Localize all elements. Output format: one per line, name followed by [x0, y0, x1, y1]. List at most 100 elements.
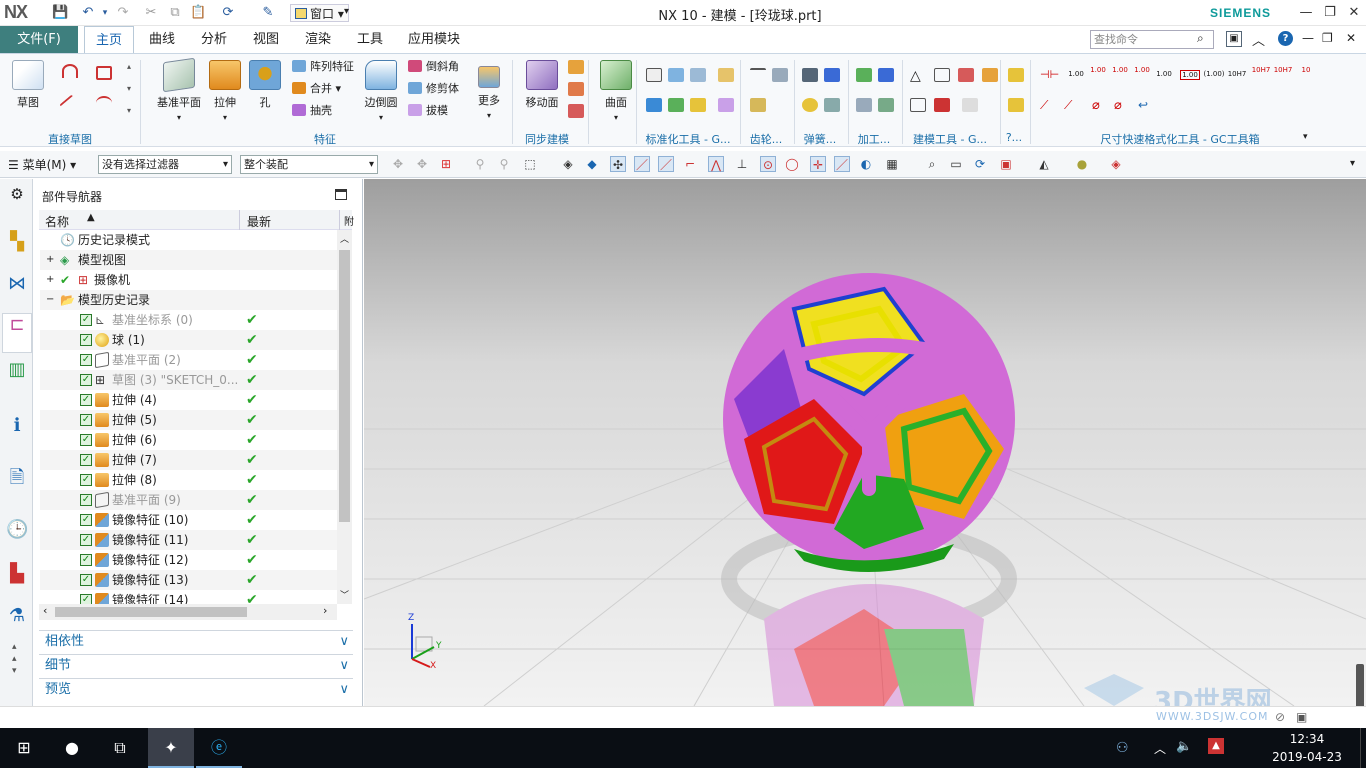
std-tool-3-icon[interactable] — [690, 68, 706, 82]
std-tool-5-icon[interactable] — [646, 98, 662, 112]
feature-checkbox[interactable]: ✓ — [80, 554, 92, 566]
feature-row[interactable]: ✓ 拉伸 (8) ✔ — [40, 470, 340, 490]
spring-tool-3-icon[interactable] — [802, 98, 818, 112]
view-zoom-icon[interactable]: ▭ — [948, 156, 964, 172]
tab-view[interactable]: 视图 — [244, 26, 288, 53]
show-desktop-button[interactable] — [1360, 728, 1366, 768]
navigator-maximize-icon[interactable] — [335, 189, 347, 200]
chevron-down-icon[interactable]: ∨ — [339, 631, 349, 653]
details-panel[interactable]: 细节 ∨ — [39, 654, 353, 676]
surface-button[interactable]: 曲面 ▾ — [598, 60, 634, 123]
column-extra-header[interactable]: 附 — [344, 213, 354, 228]
std-tool-8-icon[interactable] — [718, 98, 734, 112]
feature-row[interactable]: ✓ ⊞ 草图 (3) "SKETCH_0... ✔ — [40, 370, 340, 390]
hole-button[interactable]: 孔 — [248, 60, 282, 110]
cortana-icon[interactable]: ● — [48, 728, 96, 768]
more-features-button[interactable]: 更多 ▾ — [474, 60, 504, 121]
preview-panel[interactable]: 预览 ∨ — [39, 678, 353, 700]
select-rect-icon[interactable]: ⬚ — [522, 156, 538, 172]
machining-tool-1-icon[interactable] — [856, 68, 872, 82]
tab-analysis[interactable]: 分析 — [192, 26, 236, 53]
modeling-tool-6-icon[interactable] — [934, 98, 950, 112]
collapse-ribbon-icon[interactable]: ︿ — [1252, 30, 1265, 49]
feature-checkbox[interactable]: ✓ — [80, 594, 92, 604]
paste-icon[interactable]: 📋 — [190, 5, 206, 21]
edge-blend-button[interactable]: 边倒圆 ▾ — [362, 60, 400, 123]
nx-taskbar-app-icon[interactable]: ✦ — [148, 728, 194, 768]
cut-icon[interactable]: ✂ — [143, 5, 159, 21]
std-tool-6-icon[interactable] — [668, 98, 684, 112]
feature-row[interactable]: ✓ 镜像特征 (14) ✔ — [40, 590, 340, 604]
background-icon[interactable]: ● — [1074, 156, 1090, 172]
view-orient-icon[interactable]: ▣ — [998, 156, 1014, 172]
system-clock[interactable]: 12:34 2019-04-23 — [1262, 730, 1352, 766]
system-materials-icon[interactable]: ▙ — [6, 563, 28, 585]
datum-plane-button[interactable]: 基准平面 ▾ — [152, 57, 206, 123]
restore-button[interactable]: ❐ — [1320, 3, 1340, 23]
machining-tool-4-icon[interactable] — [878, 98, 894, 112]
std-tool-1-icon[interactable] — [646, 68, 662, 82]
chamfer-button[interactable]: 倒斜角 — [408, 59, 459, 75]
feature-row[interactable]: ✓ 镜像特征 (11) ✔ — [40, 530, 340, 550]
machining-tool-3-icon[interactable] — [856, 98, 872, 112]
std-tool-4-icon[interactable] — [718, 68, 734, 82]
feature-row[interactable]: ✓ 球 (1) ✔ — [40, 330, 340, 350]
tree-node-model-history[interactable]: − 📂 模型历史记录 — [40, 290, 340, 310]
expand-icon[interactable]: + — [46, 270, 54, 290]
tree-node-history-mode[interactable]: 🕓 历史记录模式 — [40, 230, 340, 250]
scroll-right-icon[interactable]: › — [323, 604, 327, 617]
tab-applications[interactable]: 应用模块 — [400, 26, 468, 53]
trim-body-button[interactable]: 修剪体 — [408, 81, 459, 97]
selection-status-icon[interactable]: ⊘ — [1275, 710, 1285, 724]
chevron-down-icon[interactable]: ∨ — [339, 679, 349, 701]
select-filter-1-icon[interactable]: ✥ — [390, 156, 406, 172]
hd3d-tools-icon[interactable]: ℹ — [6, 415, 28, 437]
sync-delete-face-icon[interactable] — [568, 104, 584, 118]
dim-format-4[interactable]: 1.00 — [1132, 66, 1152, 74]
edit-section-icon[interactable]: ◈ — [1108, 156, 1124, 172]
snap-face-icon[interactable]: ◐ — [858, 156, 874, 172]
gear-tool-3-icon[interactable] — [750, 98, 766, 112]
dim-format-1[interactable]: 1.00 — [1066, 70, 1086, 78]
doc-minimize-icon[interactable]: — — [1302, 31, 1314, 45]
scroll-left-icon[interactable]: ‹ — [43, 604, 47, 617]
view-fit-icon[interactable]: ⌕ — [924, 156, 940, 172]
feature-checkbox[interactable]: ✓ — [80, 574, 92, 586]
sync-pull-face-icon[interactable] — [568, 60, 584, 74]
tree-node-model-views[interactable]: + ◈ 模型视图 — [40, 250, 340, 270]
repeat-command-icon[interactable]: ⟳ — [220, 5, 236, 21]
volume-icon[interactable]: 🔈 — [1176, 739, 1192, 754]
select-filter-2-icon[interactable]: ✥ — [414, 156, 430, 172]
machining-tool-2-icon[interactable] — [878, 68, 894, 82]
redo-icon[interactable]: ↷ — [115, 5, 131, 21]
snap-center-icon[interactable]: ⊙ — [760, 156, 776, 172]
feature-checkbox[interactable]: ✓ — [80, 534, 92, 546]
feature-checkbox[interactable]: ✓ — [80, 494, 92, 506]
misc-tool-2-icon[interactable] — [1008, 98, 1024, 112]
spring-tool-2-icon[interactable] — [824, 68, 840, 82]
modeling-tool-7-icon[interactable] — [962, 98, 978, 112]
dim-format-6[interactable]: 1.00 — [1180, 70, 1200, 80]
tab-render[interactable]: 渲染 — [296, 26, 340, 53]
snap-control-icon[interactable]: ⌐ — [682, 156, 698, 172]
tree-node-cameras[interactable]: + ✔ ⊞ 摄像机 — [40, 270, 340, 290]
windows-start-icon[interactable]: ⊞ — [0, 728, 48, 768]
feature-row[interactable]: ✓ 基准平面 (2) ✔ — [40, 350, 340, 370]
feature-row[interactable]: ✓ 拉伸 (7) ✔ — [40, 450, 340, 470]
sketch-gallery-more-icon[interactable]: ▾ — [127, 106, 131, 115]
fullscreen-status-icon[interactable]: ▣ — [1296, 710, 1307, 724]
sketch-button[interactable]: 草图 — [8, 60, 48, 110]
copy-icon[interactable]: ⧉ — [167, 5, 183, 21]
modeling-tool-2-icon[interactable] — [934, 68, 950, 82]
constraint-navigator-icon[interactable]: ⋈ — [6, 273, 28, 295]
scroll-thumb[interactable] — [339, 250, 350, 522]
dim-format-9[interactable]: 10H7 — [1250, 66, 1272, 74]
column-latest-header[interactable]: 最新 — [247, 213, 271, 230]
dim-format-8[interactable]: 10H7 — [1226, 70, 1248, 78]
close-button[interactable]: ✕ — [1344, 3, 1364, 23]
dim-format-2[interactable]: 1.00 — [1088, 66, 1108, 74]
reuse-library-icon[interactable]: ▥ — [6, 359, 28, 381]
sync-offset-icon[interactable] — [568, 82, 584, 96]
feature-row[interactable]: ✓ ⊾ 基准坐标系 (0) ✔ — [40, 310, 340, 330]
feature-row[interactable]: ✓ 镜像特征 (10) ✔ — [40, 510, 340, 530]
